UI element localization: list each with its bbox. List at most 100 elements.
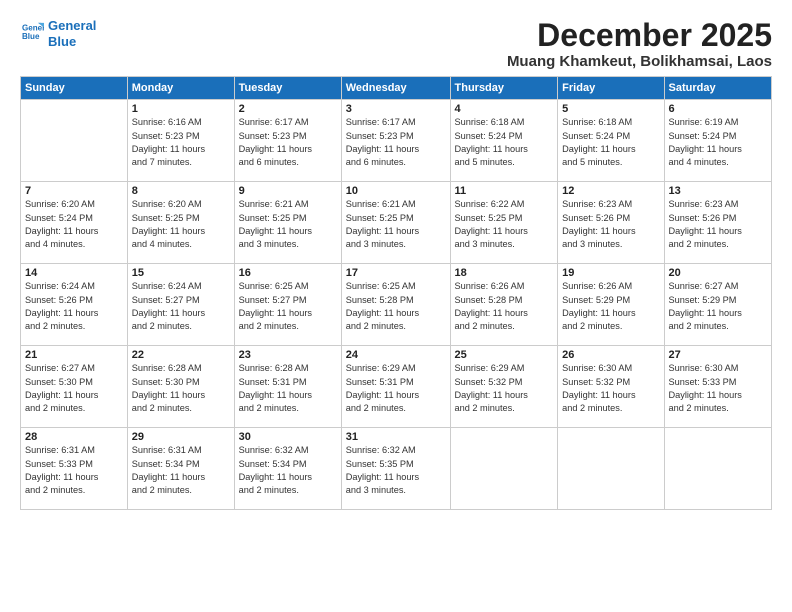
logo-line2: Blue [48, 34, 96, 50]
day-info: Sunrise: 6:19 AM Sunset: 5:24 PM Dayligh… [669, 116, 768, 169]
day-number: 17 [346, 267, 446, 279]
day-info: Sunrise: 6:32 AM Sunset: 5:35 PM Dayligh… [346, 444, 446, 497]
calendar-cell: 6Sunrise: 6:19 AM Sunset: 5:24 PM Daylig… [664, 100, 772, 182]
calendar-cell: 18Sunrise: 6:26 AM Sunset: 5:28 PM Dayli… [450, 264, 558, 346]
day-info: Sunrise: 6:28 AM Sunset: 5:30 PM Dayligh… [132, 362, 230, 415]
calendar-cell: 22Sunrise: 6:28 AM Sunset: 5:30 PM Dayli… [127, 346, 234, 428]
day-info: Sunrise: 6:16 AM Sunset: 5:23 PM Dayligh… [132, 116, 230, 169]
calendar-cell: 7Sunrise: 6:20 AM Sunset: 5:24 PM Daylig… [21, 182, 128, 264]
day-info: Sunrise: 6:24 AM Sunset: 5:26 PM Dayligh… [25, 280, 123, 333]
day-info: Sunrise: 6:32 AM Sunset: 5:34 PM Dayligh… [239, 444, 337, 497]
calendar-cell: 20Sunrise: 6:27 AM Sunset: 5:29 PM Dayli… [664, 264, 772, 346]
calendar-cell: 11Sunrise: 6:22 AM Sunset: 5:25 PM Dayli… [450, 182, 558, 264]
day-number: 5 [562, 103, 659, 115]
day-number: 15 [132, 267, 230, 279]
calendar-cell: 30Sunrise: 6:32 AM Sunset: 5:34 PM Dayli… [234, 428, 341, 510]
calendar-cell: 16Sunrise: 6:25 AM Sunset: 5:27 PM Dayli… [234, 264, 341, 346]
calendar-cell: 29Sunrise: 6:31 AM Sunset: 5:34 PM Dayli… [127, 428, 234, 510]
calendar-cell: 25Sunrise: 6:29 AM Sunset: 5:32 PM Dayli… [450, 346, 558, 428]
day-info: Sunrise: 6:26 AM Sunset: 5:28 PM Dayligh… [455, 280, 554, 333]
header-friday: Friday [558, 77, 664, 100]
day-info: Sunrise: 6:31 AM Sunset: 5:34 PM Dayligh… [132, 444, 230, 497]
day-info: Sunrise: 6:23 AM Sunset: 5:26 PM Dayligh… [669, 198, 768, 251]
calendar-cell: 17Sunrise: 6:25 AM Sunset: 5:28 PM Dayli… [341, 264, 450, 346]
day-info: Sunrise: 6:24 AM Sunset: 5:27 PM Dayligh… [132, 280, 230, 333]
day-info: Sunrise: 6:20 AM Sunset: 5:24 PM Dayligh… [25, 198, 123, 251]
header-tuesday: Tuesday [234, 77, 341, 100]
calendar-cell: 24Sunrise: 6:29 AM Sunset: 5:31 PM Dayli… [341, 346, 450, 428]
calendar-week-4: 21Sunrise: 6:27 AM Sunset: 5:30 PM Dayli… [21, 346, 772, 428]
header-saturday: Saturday [664, 77, 772, 100]
day-number: 25 [455, 349, 554, 361]
day-number: 16 [239, 267, 337, 279]
day-number: 7 [25, 185, 123, 197]
day-number: 24 [346, 349, 446, 361]
logo-line1: General [48, 18, 96, 34]
calendar-cell: 3Sunrise: 6:17 AM Sunset: 5:23 PM Daylig… [341, 100, 450, 182]
logo: General Blue General Blue [20, 18, 96, 49]
header-wednesday: Wednesday [341, 77, 450, 100]
day-number: 13 [669, 185, 768, 197]
header-sunday: Sunday [21, 77, 128, 100]
day-number: 21 [25, 349, 123, 361]
calendar-cell: 12Sunrise: 6:23 AM Sunset: 5:26 PM Dayli… [558, 182, 664, 264]
day-number: 27 [669, 349, 768, 361]
day-info: Sunrise: 6:31 AM Sunset: 5:33 PM Dayligh… [25, 444, 123, 497]
calendar-cell: 15Sunrise: 6:24 AM Sunset: 5:27 PM Dayli… [127, 264, 234, 346]
page: General Blue General Blue December 2025 … [0, 0, 792, 612]
day-number: 4 [455, 103, 554, 115]
day-number: 11 [455, 185, 554, 197]
calendar-cell: 1Sunrise: 6:16 AM Sunset: 5:23 PM Daylig… [127, 100, 234, 182]
calendar-week-5: 28Sunrise: 6:31 AM Sunset: 5:33 PM Dayli… [21, 428, 772, 510]
calendar-cell: 19Sunrise: 6:26 AM Sunset: 5:29 PM Dayli… [558, 264, 664, 346]
day-info: Sunrise: 6:23 AM Sunset: 5:26 PM Dayligh… [562, 198, 659, 251]
day-info: Sunrise: 6:27 AM Sunset: 5:29 PM Dayligh… [669, 280, 768, 333]
calendar-cell: 21Sunrise: 6:27 AM Sunset: 5:30 PM Dayli… [21, 346, 128, 428]
calendar-week-3: 14Sunrise: 6:24 AM Sunset: 5:26 PM Dayli… [21, 264, 772, 346]
calendar-header-row: Sunday Monday Tuesday Wednesday Thursday… [21, 77, 772, 100]
svg-text:Blue: Blue [22, 32, 40, 41]
day-number: 31 [346, 431, 446, 443]
day-info: Sunrise: 6:25 AM Sunset: 5:28 PM Dayligh… [346, 280, 446, 333]
header-monday: Monday [127, 77, 234, 100]
calendar-cell [450, 428, 558, 510]
calendar-cell: 14Sunrise: 6:24 AM Sunset: 5:26 PM Dayli… [21, 264, 128, 346]
day-info: Sunrise: 6:20 AM Sunset: 5:25 PM Dayligh… [132, 198, 230, 251]
day-number: 3 [346, 103, 446, 115]
day-number: 23 [239, 349, 337, 361]
day-number: 10 [346, 185, 446, 197]
day-info: Sunrise: 6:29 AM Sunset: 5:31 PM Dayligh… [346, 362, 446, 415]
title-block: December 2025 Muang Khamkeut, Bolikhamsa… [507, 18, 772, 70]
calendar-cell [664, 428, 772, 510]
logo-icon: General Blue [22, 20, 44, 42]
calendar-cell: 31Sunrise: 6:32 AM Sunset: 5:35 PM Dayli… [341, 428, 450, 510]
day-number: 8 [132, 185, 230, 197]
day-number: 30 [239, 431, 337, 443]
day-number: 18 [455, 267, 554, 279]
calendar-cell: 9Sunrise: 6:21 AM Sunset: 5:25 PM Daylig… [234, 182, 341, 264]
calendar-cell: 13Sunrise: 6:23 AM Sunset: 5:26 PM Dayli… [664, 182, 772, 264]
day-info: Sunrise: 6:30 AM Sunset: 5:32 PM Dayligh… [562, 362, 659, 415]
month-title: December 2025 [507, 18, 772, 53]
day-number: 6 [669, 103, 768, 115]
location-title: Muang Khamkeut, Bolikhamsai, Laos [507, 53, 772, 70]
day-number: 1 [132, 103, 230, 115]
day-info: Sunrise: 6:29 AM Sunset: 5:32 PM Dayligh… [455, 362, 554, 415]
day-number: 20 [669, 267, 768, 279]
day-number: 12 [562, 185, 659, 197]
day-number: 2 [239, 103, 337, 115]
calendar-cell: 28Sunrise: 6:31 AM Sunset: 5:33 PM Dayli… [21, 428, 128, 510]
calendar-cell: 2Sunrise: 6:17 AM Sunset: 5:23 PM Daylig… [234, 100, 341, 182]
calendar-cell: 8Sunrise: 6:20 AM Sunset: 5:25 PM Daylig… [127, 182, 234, 264]
calendar-cell: 23Sunrise: 6:28 AM Sunset: 5:31 PM Dayli… [234, 346, 341, 428]
day-number: 29 [132, 431, 230, 443]
calendar-cell: 27Sunrise: 6:30 AM Sunset: 5:33 PM Dayli… [664, 346, 772, 428]
header-thursday: Thursday [450, 77, 558, 100]
day-number: 28 [25, 431, 123, 443]
day-info: Sunrise: 6:18 AM Sunset: 5:24 PM Dayligh… [562, 116, 659, 169]
day-number: 26 [562, 349, 659, 361]
calendar-cell [558, 428, 664, 510]
day-info: Sunrise: 6:17 AM Sunset: 5:23 PM Dayligh… [346, 116, 446, 169]
calendar-cell [21, 100, 128, 182]
day-info: Sunrise: 6:30 AM Sunset: 5:33 PM Dayligh… [669, 362, 768, 415]
